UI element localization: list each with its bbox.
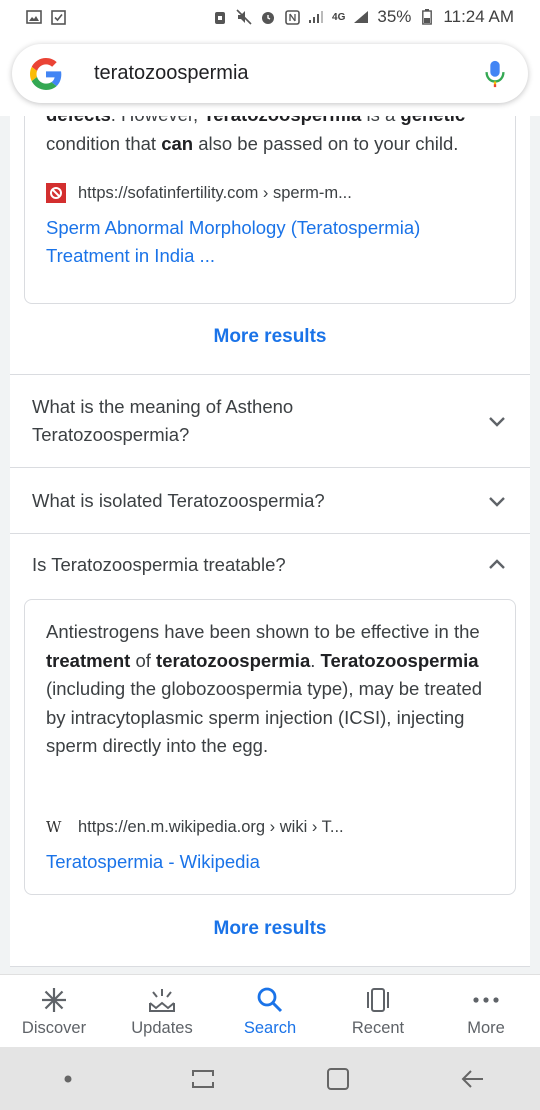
nav-recent-label: Recent [351, 1018, 405, 1037]
status-bar: 4G 35% 11:24 AM [0, 0, 540, 34]
svg-text:W: W [46, 819, 62, 835]
snippet-2-part: treatment [46, 649, 131, 671]
microphone-icon[interactable] [484, 60, 506, 88]
snippet-2-part: teratozoospermia [156, 649, 311, 671]
status-left [26, 9, 66, 25]
nav-search-label: Search [243, 1018, 297, 1037]
faq-question-1-text: What is the meaning of Astheno Teratozoo… [32, 396, 294, 445]
snippet-2-part: . [310, 649, 321, 671]
status-right: 4G 35% 11:24 AM [212, 7, 514, 27]
nav-discover-label: Discover [21, 1018, 87, 1037]
snippet-1-part: . However, [111, 116, 204, 125]
alarm-icon [260, 9, 276, 25]
battery-percent: 35% [377, 7, 412, 26]
faq-row-panel-2: What is isolated Teratozoospermia? [10, 468, 530, 533]
more-results-button-2[interactable]: More results [10, 918, 530, 940]
snippet-2-part: of [130, 649, 157, 671]
snippet-2-part: Teratozoospermia [320, 649, 479, 671]
more-results-button-1[interactable]: More results [10, 326, 530, 348]
sofat-favicon-icon [46, 183, 66, 203]
home-button[interactable] [318, 1059, 358, 1099]
chevron-up-icon[interactable] [486, 554, 508, 576]
gallery-notification-icon [26, 9, 42, 25]
wikipedia-favicon-icon: W [46, 817, 66, 837]
mute-icon [236, 9, 252, 25]
lock-app-icon [212, 9, 228, 25]
snippet-2-part: Antiestrogens have been shown to be effe… [46, 621, 480, 642]
snippet-1-part: is a [361, 116, 400, 125]
snippet-2-part: (including the globozoospermia type), ma… [46, 678, 483, 756]
source-url-1: https://sofatinfertility.com › sperm-m..… [78, 183, 352, 202]
faq-question-1[interactable]: What is the meaning of Astheno Teratozoo… [10, 391, 530, 451]
source-url-2: https://en.m.wikipedia.org › wiki › T... [78, 817, 344, 836]
faq-row-panel-1: What is the meaning of Astheno Teratozoo… [10, 375, 530, 467]
result-link-1[interactable]: Sperm Abnormal Morphology (Teratospermia… [46, 214, 496, 270]
signal-icon-2 [353, 9, 369, 25]
faq-question-3[interactable]: Is Teratozoospermia treatable? [10, 550, 530, 580]
faq-question-2[interactable]: What is isolated Teratozoospermia? [10, 486, 530, 516]
result-link-2[interactable]: Teratospermia - Wikipedia [46, 848, 260, 876]
bottom-nav: Discover Updates Search Recent More [0, 974, 540, 1048]
google-logo-icon[interactable] [30, 57, 62, 90]
nfc-icon [284, 9, 300, 25]
chevron-down-icon[interactable] [486, 410, 508, 432]
clock: 11:24 AM [443, 7, 514, 26]
updates-icon [147, 986, 177, 1014]
faq-question-2-text: What is isolated Teratozoospermia? [32, 490, 325, 511]
snippet-1-part: also be passed on to your child. [193, 132, 459, 154]
search-input[interactable]: teratozoospermia [94, 62, 484, 85]
divider-4 [10, 966, 530, 967]
nav-search[interactable]: Search [220, 986, 320, 1038]
system-nav-bar [0, 1047, 540, 1110]
source-line-2[interactable]: W https://en.m.wikipedia.org › wiki › T.… [46, 817, 344, 837]
recent-icon [363, 986, 393, 1014]
nav-more-label: More [467, 1018, 505, 1037]
answer-snippet-1: defects. However, Teratozoospermia is a … [46, 116, 506, 158]
recent-apps-button[interactable] [183, 1059, 223, 1099]
back-button[interactable] [453, 1059, 493, 1099]
answer-card-2: Antiestrogens have been shown to be effe… [24, 599, 516, 895]
answer-snippet-2: Antiestrogens have been shown to be effe… [46, 618, 501, 761]
faq-question-3-text: Is Teratozoospermia treatable? [32, 554, 286, 575]
snippet-1-part: genetic [400, 116, 465, 125]
dot-indicator[interactable] [48, 1059, 88, 1099]
results-content[interactable]: defects. However, Teratozoospermia is a … [0, 116, 540, 974]
faq-panel-top: defects. However, Teratozoospermia is a … [10, 116, 530, 374]
nav-more[interactable]: More [436, 986, 536, 1038]
search-icon [255, 986, 285, 1014]
faq-expanded-panel: Is Teratozoospermia treatable? Antiestro… [10, 534, 530, 966]
nav-recent[interactable]: Recent [328, 986, 428, 1038]
battery-icon [419, 9, 435, 25]
nav-updates-label: Updates [131, 1018, 193, 1037]
snippet-1-part: condition that [46, 132, 162, 154]
nav-discover[interactable]: Discover [4, 986, 104, 1038]
snippet-1-part: Teratozoospermia [203, 116, 361, 125]
network-type: 4G [332, 11, 346, 23]
checkbox-notification-icon [50, 9, 66, 25]
answer-card-1: defects. However, Teratozoospermia is a … [24, 116, 516, 304]
chevron-down-icon[interactable] [486, 490, 508, 512]
source-line-1[interactable]: https://sofatinfertility.com › sperm-m..… [46, 183, 352, 203]
snippet-1-part: can [161, 132, 194, 154]
snippet-1-part: defects [46, 116, 111, 125]
signal-icon [308, 9, 324, 25]
search-bar[interactable]: teratozoospermia [12, 44, 528, 103]
more-dots-icon [471, 986, 501, 1014]
nav-updates[interactable]: Updates [112, 986, 212, 1038]
asterisk-icon [39, 986, 69, 1014]
